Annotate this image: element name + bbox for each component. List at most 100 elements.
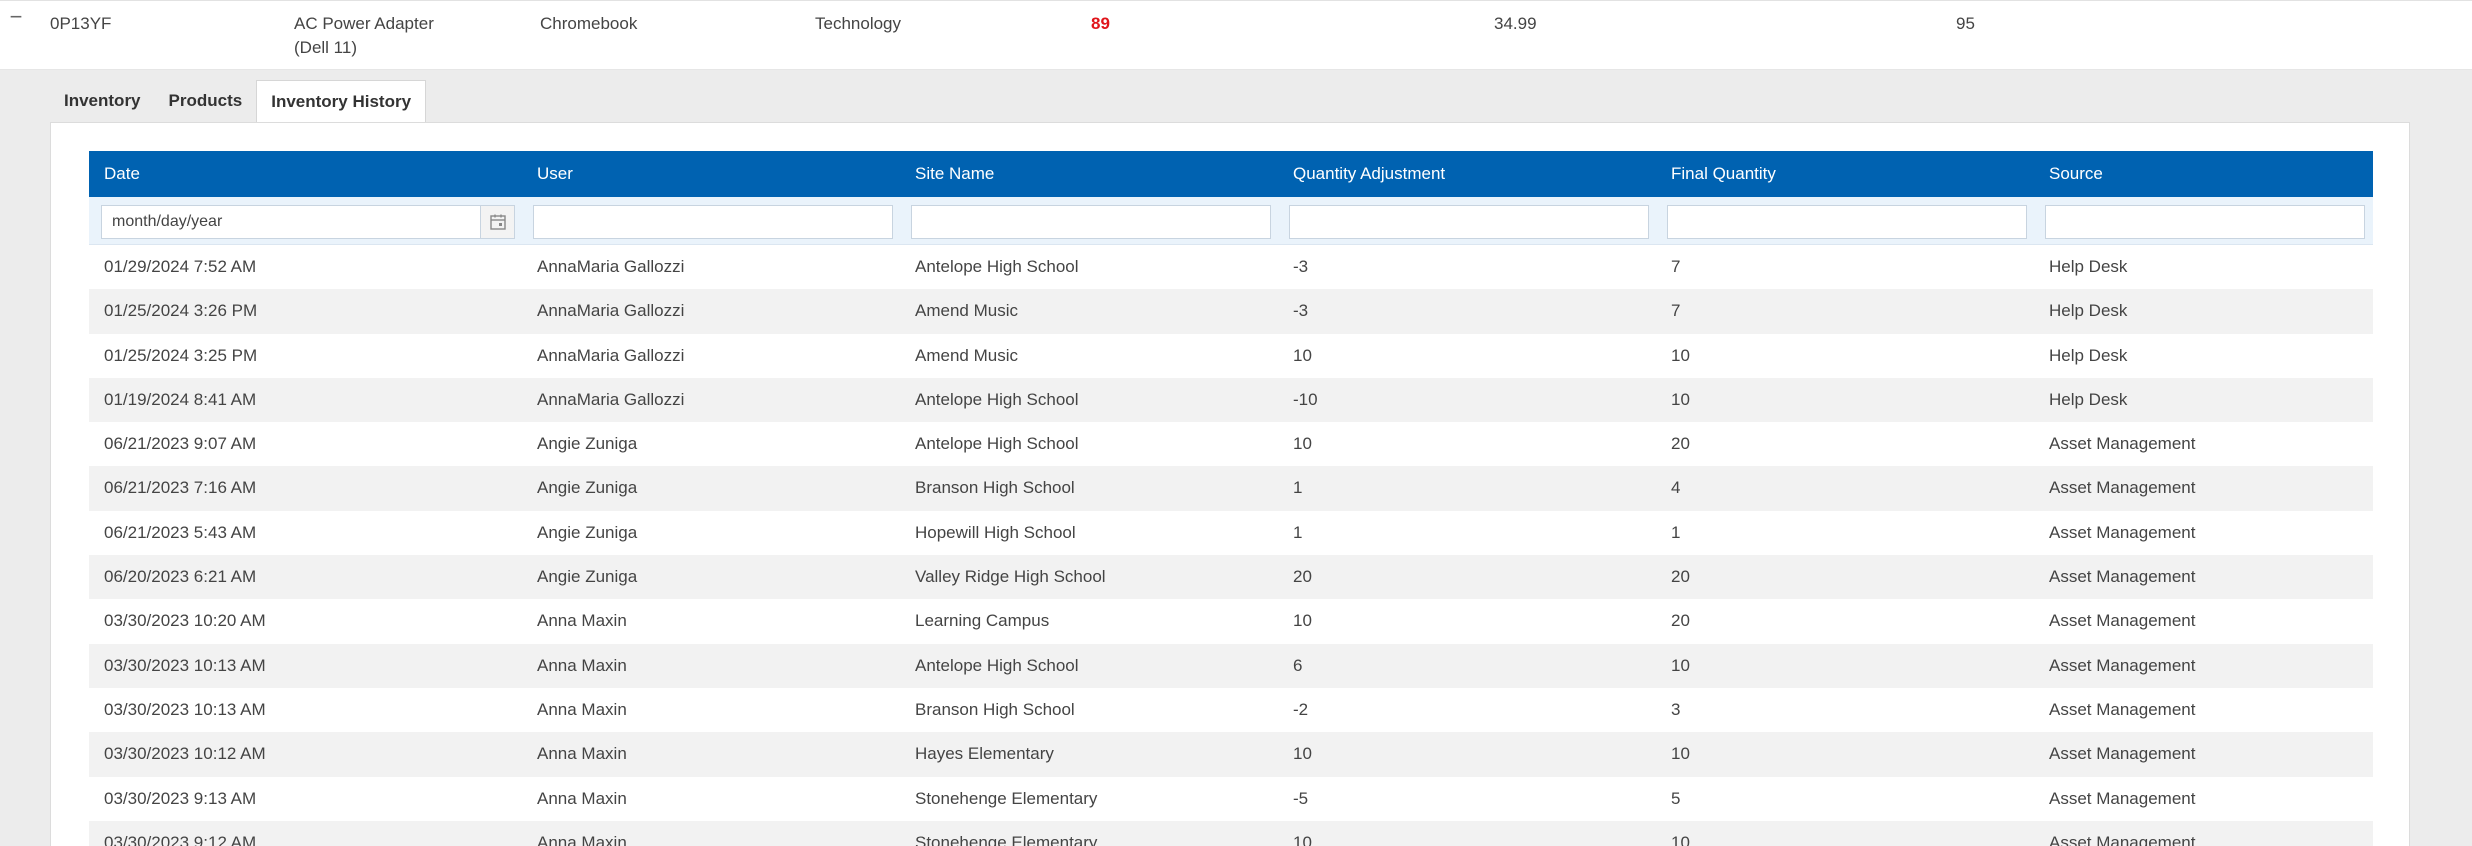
column-header-user[interactable]: User [537,151,573,197]
product-summary-row: − 0P13YF AC Power Adapter (Dell 11) Chro… [0,0,2472,70]
cell-quantity-adjustment: 10 [1293,611,1312,631]
cell-site-name: Stonehenge Elementary [915,832,1098,846]
date-filter-input[interactable]: month/day/year [101,205,515,239]
user-filter-input[interactable] [533,205,893,239]
column-header-quantity-adjustment[interactable]: Quantity Adjustment [1293,151,1445,197]
cell-quantity-adjustment: -10 [1293,389,1318,409]
table-row[interactable]: 01/25/2024 3:25 PM AnnaMaria Gallozzi Amen… [89,334,2373,378]
cell-user: AnnaMaria Gallozzi [537,389,685,409]
cell-source: Asset Management [2049,744,2196,764]
table-row[interactable]: 01/25/2024 3:26 PM AnnaMaria Gallozzi Amen… [89,289,2373,334]
cell-user: AnnaMaria Gallozzi [537,345,685,365]
table-row[interactable]: 03/30/2023 10:12 AM Anna Maxin Hayes Eleme… [89,732,2373,777]
table-row[interactable]: 06/21/2023 5:43 AM Angie Zuniga Hopewill H… [89,511,2373,555]
detail-tabs: Inventory Products Inventory History [50,80,427,122]
table-row[interactable]: 03/30/2023 9:12 AM Anna Maxin Stonehenge E… [89,820,2373,846]
inventory-history-panel: Date User Site Name Quantity Adjustment … [50,122,2410,846]
cell-site-name: Stonehenge Elementary [915,788,1098,808]
cell-user: Anna Maxin [537,699,627,719]
cell-site-name: Antelope High School [915,434,1079,454]
item-code: 0P13YF [50,14,112,33]
tab-products[interactable]: Products [155,80,257,122]
cell-date: 03/30/2023 10:20 AM [104,611,266,631]
cell-date: 03/30/2023 9:13 AM [104,788,257,808]
minus-icon[interactable]: − [6,6,26,28]
cell-site-name: Learning Campus [915,611,1050,631]
cell-date: 03/30/2023 10:13 AM [104,655,266,675]
cell-final-quantity: 3 [1671,699,1681,719]
column-header-final-quantity[interactable]: Final Quantity [1671,151,1776,197]
cell-final-quantity: 7 [1671,301,1681,321]
cell-site-name: Amend Music [915,345,1018,365]
cell-final-quantity: 20 [1671,567,1690,587]
table-row[interactable]: 06/21/2023 9:07 AM Angie Zuniga Antelope H… [89,422,2373,466]
cell-source: Asset Management [2049,522,2196,542]
cell-final-quantity: 10 [1671,744,1690,764]
table-row[interactable]: 03/30/2023 10:20 AM Anna Maxin Learning Ca… [89,599,2373,643]
cell-quantity-adjustment: 20 [1293,567,1312,587]
item-price: 34.99 [1494,14,1537,33]
tab-inventory[interactable]: Inventory [50,80,155,122]
cell-date: 01/19/2024 8:41 AM [104,389,257,409]
filter-row: month/day/year [89,197,2373,245]
cell-user: Anna Maxin [537,832,627,846]
cell-date: 01/29/2024 7:52 AM [104,257,257,276]
cell-quantity-adjustment: 1 [1293,522,1303,542]
cell-source: Help Desk [2049,257,2128,276]
item-description-line2: (Dell 11) [294,38,357,57]
table-row[interactable]: 03/30/2023 10:13 AM Anna Maxin Branson Hig… [89,688,2373,732]
cell-source: Asset Management [2049,788,2196,808]
cell-date: 03/30/2023 10:13 AM [104,699,266,719]
table-row[interactable]: 03/30/2023 9:13 AM Anna Maxin Stonehenge E… [89,777,2373,821]
table-row[interactable]: 01/19/2024 8:41 AM AnnaMaria Gallozzi Ante… [89,377,2373,423]
column-header-site-name[interactable]: Site Name [915,151,994,197]
cell-source: Help Desk [2049,301,2128,321]
item-category: Chromebook [540,14,638,33]
cell-user: Angie Zuniga [537,434,638,454]
table-row[interactable]: 01/29/2024 7:52 AM AnnaMaria Gallozzi Ante… [89,245,2373,289]
item-description: AC Power Adapter (Dell 11) [294,12,434,60]
cell-quantity-adjustment: 10 [1293,744,1312,764]
cell-final-quantity: 10 [1671,345,1690,365]
cell-date: 06/20/2023 6:21 AM [104,567,257,587]
cell-site-name: Antelope High School [915,389,1079,409]
cell-date: 06/21/2023 5:43 AM [104,522,257,542]
cell-user: Anna Maxin [537,788,627,808]
cell-final-quantity: 1 [1671,522,1681,542]
cell-date: 06/21/2023 7:16 AM [104,478,257,498]
cell-source: Asset Management [2049,478,2196,498]
inventory-history-grid: Date User Site Name Quantity Adjustment … [89,151,2373,846]
item-department: Technology [815,14,902,33]
cell-quantity-adjustment: 10 [1293,345,1312,365]
table-row[interactable]: 03/30/2023 10:13 AM Anna Maxin Antelope Hi… [89,643,2373,688]
final-quantity-filter-input[interactable] [1667,205,2027,239]
site-name-filter-input[interactable] [911,205,1271,239]
cell-source: Help Desk [2049,345,2128,365]
cell-user: Anna Maxin [537,744,627,764]
calendar-icon[interactable] [480,206,514,238]
cell-date: 03/30/2023 9:12 AM [104,832,257,846]
cell-quantity-adjustment: 10 [1293,434,1312,454]
source-filter-input[interactable] [2045,205,2365,239]
cell-user: AnnaMaria Gallozzi [537,301,685,321]
column-header-source[interactable]: Source [2049,151,2103,197]
cell-source: Asset Management [2049,434,2196,454]
cell-final-quantity: 4 [1671,478,1681,498]
cell-quantity-adjustment: 10 [1293,832,1312,846]
cell-final-quantity: 10 [1671,655,1690,675]
cell-quantity-adjustment: 6 [1293,655,1303,675]
tab-inventory-history[interactable]: Inventory History [256,80,427,122]
cell-user: Angie Zuniga [537,478,638,498]
cell-final-quantity: 10 [1671,832,1690,846]
cell-user: AnnaMaria Gallozzi [537,257,685,276]
table-row[interactable]: 06/20/2023 6:21 AM Angie Zuniga Valley Rid… [89,555,2373,600]
cell-source: Asset Management [2049,567,2196,587]
cell-site-name: Valley Ridge High School [915,567,1106,587]
item-description-line1: AC Power Adapter [294,14,434,33]
grid-header: Date User Site Name Quantity Adjustment … [89,151,2373,197]
cell-user: Angie Zuniga [537,522,638,542]
table-row[interactable]: 06/21/2023 7:16 AM Angie Zuniga Branson Hi… [89,466,2373,511]
cell-site-name: Amend Music [915,301,1018,321]
column-header-date[interactable]: Date [104,151,140,197]
quantity-adjustment-filter-input[interactable] [1289,205,1649,239]
